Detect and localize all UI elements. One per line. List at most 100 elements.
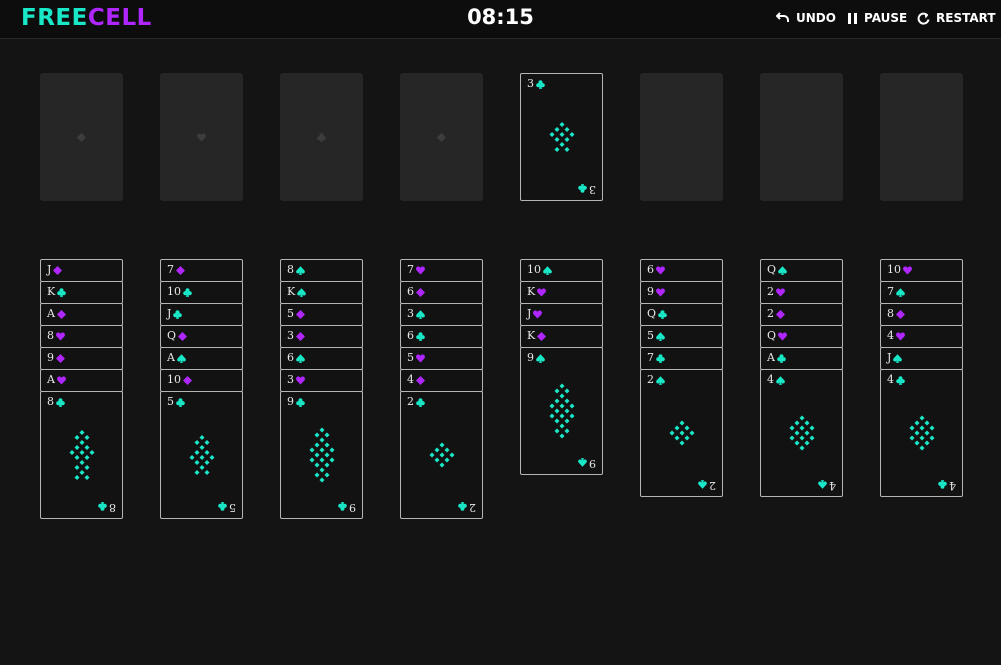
tableau-card[interactable]: 8: [880, 303, 963, 326]
tableau-card[interactable]: K: [40, 281, 123, 304]
card-rank-top: 6: [647, 263, 665, 277]
top-bar: FREECELL 08:15 UNDO PAUSE RESTART: [0, 0, 1001, 39]
tableau-card[interactable]: A: [40, 369, 123, 392]
card-rank: 10: [167, 285, 181, 298]
tableau-card[interactable]: 6: [280, 347, 363, 370]
foundation-card[interactable]: 33: [520, 73, 603, 201]
tableau-card[interactable]: 9: [40, 347, 123, 370]
card-rank: 9: [647, 285, 654, 298]
card-rank-bottom: 2: [458, 500, 476, 514]
tableau-card-face[interactable]: 44: [760, 369, 843, 497]
card-rank-top: 3: [287, 329, 305, 343]
undo-button[interactable]: UNDO: [776, 11, 836, 25]
tableau-card[interactable]: 4: [400, 369, 483, 392]
tableau-card[interactable]: 7: [880, 281, 963, 304]
card-rank: 3: [287, 329, 294, 342]
foundation-slot[interactable]: [760, 73, 843, 201]
tableau-card[interactable]: K: [280, 281, 363, 304]
tableau-card-face[interactable]: 22: [400, 391, 483, 519]
card-rank: 7: [167, 263, 174, 276]
card-rank-top: 5: [647, 329, 665, 343]
tableau-card[interactable]: 7: [160, 259, 243, 282]
tableau-card[interactable]: Q: [640, 303, 723, 326]
tableau-card[interactable]: Q: [760, 259, 843, 282]
tableau-card[interactable]: 6: [640, 259, 723, 282]
tableau-card-face[interactable]: 99: [520, 347, 603, 475]
tableau-card[interactable]: J: [40, 259, 123, 282]
foundation-slot[interactable]: [880, 73, 963, 201]
tableau-card[interactable]: A: [160, 347, 243, 370]
free-cell-slot[interactable]: [280, 73, 363, 201]
card-rank: 10: [527, 263, 541, 276]
tableau-card[interactable]: J: [880, 347, 963, 370]
card-face-art: [429, 442, 454, 468]
card-rank: A: [167, 351, 175, 364]
free-cell-slot[interactable]: [160, 73, 243, 201]
tableau-card[interactable]: 10: [160, 369, 243, 392]
heart-icon: [197, 132, 206, 142]
tableau-card[interactable]: 4: [880, 325, 963, 348]
tableau-card-face[interactable]: 22: [640, 369, 723, 497]
tableau-card[interactable]: 7: [640, 347, 723, 370]
spade-icon: [177, 353, 186, 363]
tableau-card[interactable]: J: [520, 303, 603, 326]
tableau-card[interactable]: K: [520, 325, 603, 348]
tableau-card[interactable]: 10: [160, 281, 243, 304]
tableau-card[interactable]: 3: [280, 325, 363, 348]
tableau-card[interactable]: 3: [400, 303, 483, 326]
heart-icon: [533, 309, 543, 319]
free-cell-slot[interactable]: [40, 73, 123, 201]
card-rank: 3: [407, 307, 414, 320]
card-rank-top: 10: [887, 263, 912, 277]
tableau-card[interactable]: 5: [280, 303, 363, 326]
spade-icon: [893, 353, 903, 363]
tableau-card[interactable]: 3: [280, 369, 363, 392]
pause-button[interactable]: PAUSE: [848, 11, 907, 25]
tableau-card[interactable]: 6: [400, 325, 483, 348]
tableau-card[interactable]: 10: [520, 259, 603, 282]
card-rank-top: J: [47, 263, 63, 277]
tableau-card-face[interactable]: 44: [880, 369, 963, 497]
free-cell-slot[interactable]: [400, 73, 483, 201]
tableau-card[interactable]: 2: [760, 303, 843, 326]
card-rank: 4: [887, 329, 894, 342]
tableau-card[interactable]: 2: [760, 281, 843, 304]
tableau-card[interactable]: K: [520, 281, 603, 304]
tableau-card[interactable]: A: [760, 347, 843, 370]
restart-button[interactable]: RESTART: [917, 11, 996, 25]
card-rank-top: 9: [47, 351, 65, 365]
card-face-art: [549, 122, 574, 152]
tableau-card[interactable]: A: [40, 303, 123, 326]
tableau-card-face[interactable]: 55: [160, 391, 243, 519]
card-rank: 2: [709, 479, 716, 492]
tableau-card[interactable]: 9: [640, 281, 723, 304]
spade-icon: [776, 375, 785, 385]
diamond-icon: [296, 309, 305, 319]
tableau-card[interactable]: 6: [400, 281, 483, 304]
card-rank-top: 7: [167, 263, 185, 277]
tableau-card[interactable]: J: [160, 303, 243, 326]
club-icon: [416, 331, 425, 341]
tableau-card[interactable]: Q: [160, 325, 243, 348]
card-rank-bottom: 4: [938, 478, 956, 492]
card-rank: 7: [887, 285, 894, 298]
tableau-card[interactable]: 5: [400, 347, 483, 370]
tableau-card[interactable]: 5: [640, 325, 723, 348]
tableau-card[interactable]: Q: [760, 325, 843, 348]
card-rank: 4: [767, 373, 774, 386]
card-rank: 5: [287, 307, 294, 320]
tableau-card[interactable]: 7: [400, 259, 483, 282]
card-rank: 10: [887, 263, 901, 276]
card-rank: J: [527, 307, 532, 320]
club-icon: [317, 132, 326, 142]
heart-icon: [56, 375, 66, 385]
tableau-card[interactable]: 8: [280, 259, 363, 282]
tableau-card-face[interactable]: 88: [40, 391, 123, 519]
tableau-card[interactable]: 8: [40, 325, 123, 348]
card-rank-top: 7: [887, 285, 905, 299]
card-rank: 2: [647, 373, 654, 386]
tableau-card[interactable]: 10: [880, 259, 963, 282]
foundation-slot[interactable]: [640, 73, 723, 201]
tableau-card-face[interactable]: 99: [280, 391, 363, 519]
heart-icon: [56, 331, 65, 341]
